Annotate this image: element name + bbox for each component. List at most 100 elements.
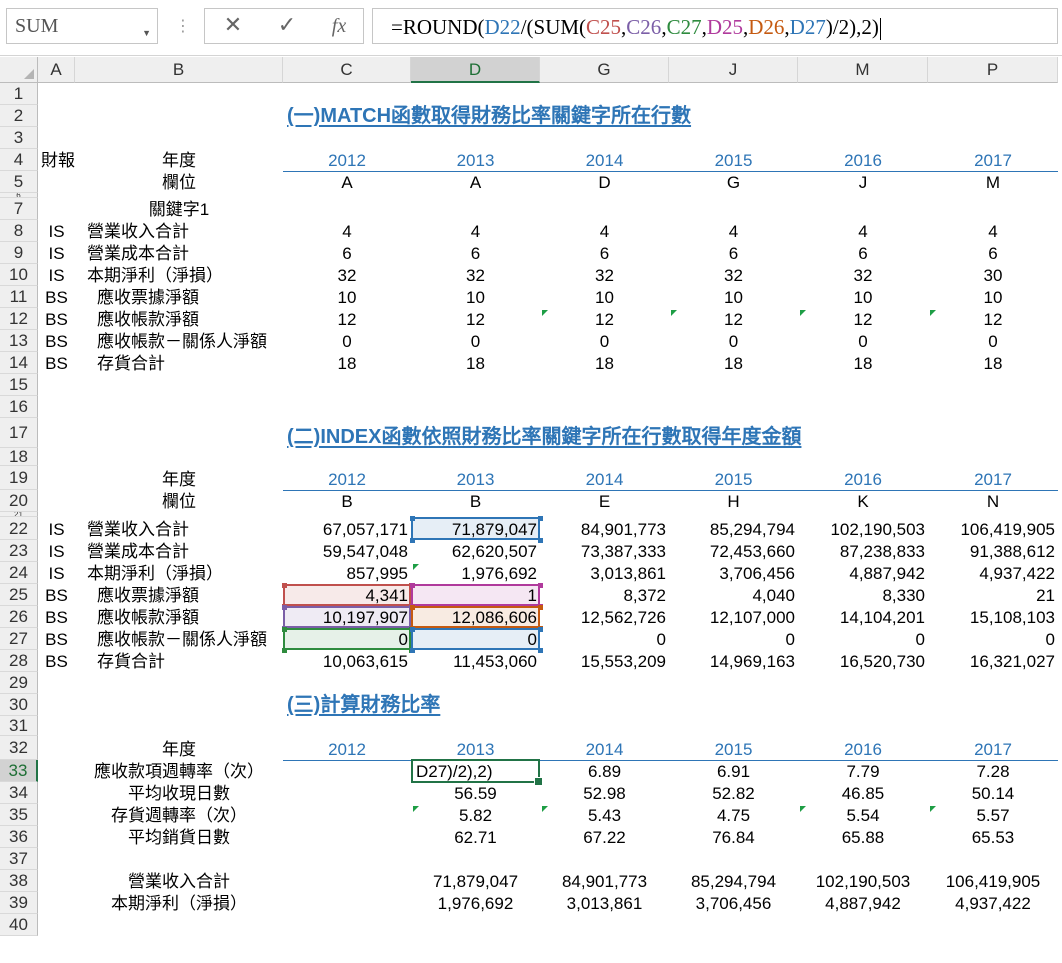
cancel-icon[interactable]: ✕ xyxy=(213,9,253,43)
item-label[interactable]: 應收票據淨額 xyxy=(97,287,299,308)
year-header[interactable]: 2015 xyxy=(672,739,795,760)
amount-value[interactable]: 21 xyxy=(931,585,1055,606)
summary-value[interactable] xyxy=(286,893,408,914)
row-index-value[interactable]: 10 xyxy=(286,287,408,308)
row-header-18[interactable]: 18 xyxy=(0,448,38,466)
amount-value[interactable]: 71,879,047 xyxy=(414,519,537,540)
ratio-value[interactable] xyxy=(286,827,408,848)
row-index-value[interactable]: 6 xyxy=(672,243,795,264)
amount-value[interactable]: 8,372 xyxy=(543,585,666,606)
row-index-value[interactable]: 18 xyxy=(543,353,666,374)
amount-value[interactable]: 0 xyxy=(414,629,537,650)
chevron-down-icon[interactable]: ▼ xyxy=(142,22,151,44)
statement-type[interactable]: BS xyxy=(41,629,72,650)
row-header-24[interactable]: 24 xyxy=(0,562,38,584)
select-all-corner[interactable] xyxy=(0,57,38,83)
row-index-value[interactable]: 32 xyxy=(414,265,537,286)
column-header-j[interactable]: J xyxy=(669,57,798,83)
amount-value[interactable]: 15,108,103 xyxy=(931,607,1055,628)
amount-value[interactable]: 85,294,794 xyxy=(672,519,795,540)
amount-value[interactable]: 8,330 xyxy=(801,585,925,606)
amount-value[interactable]: 0 xyxy=(286,629,408,650)
amount-value[interactable]: 0 xyxy=(931,629,1055,650)
amount-value[interactable]: 4,887,942 xyxy=(801,563,925,584)
spreadsheet-grid[interactable]: A B C D G J M P 1 2 3 4 5 6 7 8 9 10 11 12 13 14 15 16 17 18 19 20 2… xyxy=(0,57,1062,963)
row-header-27[interactable]: 27 xyxy=(0,628,38,650)
field-label[interactable]: 欄位 xyxy=(78,491,280,512)
amount-value[interactable]: 91,388,612 xyxy=(931,541,1055,562)
row-index-value[interactable]: 32 xyxy=(286,265,408,286)
year-header[interactable]: 2014 xyxy=(543,469,666,490)
ratio-value[interactable]: 67.22 xyxy=(543,827,666,848)
row-header-26[interactable]: 26 xyxy=(0,606,38,628)
amount-value[interactable]: 12,107,000 xyxy=(672,607,795,628)
ratio-value[interactable] xyxy=(286,783,408,804)
statement-type[interactable]: IS xyxy=(41,563,72,584)
year-header[interactable]: 2017 xyxy=(931,150,1055,171)
amount-value[interactable]: 14,104,201 xyxy=(801,607,925,628)
row-index-value[interactable]: 0 xyxy=(801,331,925,352)
amount-value[interactable]: 0 xyxy=(801,629,925,650)
year-header[interactable]: 2012 xyxy=(286,469,408,490)
amount-value[interactable]: 10,197,907 xyxy=(286,607,408,628)
year-header[interactable]: 2012 xyxy=(286,739,408,760)
row-header-7[interactable]: 7 xyxy=(0,198,38,220)
row-header-33[interactable]: 33 xyxy=(0,760,38,782)
field-value[interactable]: A xyxy=(286,172,408,193)
row-index-value[interactable]: 12 xyxy=(931,309,1055,330)
field-value[interactable]: E xyxy=(543,491,666,512)
ratio-label[interactable]: 存貨週轉率（次） xyxy=(78,805,280,826)
summary-value[interactable]: 102,190,503 xyxy=(801,871,925,892)
year-header[interactable]: 2017 xyxy=(931,739,1055,760)
row-index-value[interactable]: 12 xyxy=(672,309,795,330)
item-label[interactable]: 本期淨利（淨損） xyxy=(87,265,289,286)
ratio-value[interactable]: 6.91 xyxy=(672,761,795,782)
amount-value[interactable]: 87,238,833 xyxy=(801,541,925,562)
item-label[interactable]: 營業收入合計 xyxy=(87,221,289,242)
year-header[interactable]: 2014 xyxy=(543,150,666,171)
row-index-value[interactable]: 0 xyxy=(286,331,408,352)
ratio-value[interactable] xyxy=(286,761,408,782)
name-box[interactable]: SUM ▼ xyxy=(6,8,158,44)
year-header[interactable]: 2012 xyxy=(286,150,408,171)
amount-value[interactable]: 3,706,456 xyxy=(672,563,795,584)
ratio-value[interactable]: 62.71 xyxy=(414,827,537,848)
statement-type[interactable]: IS xyxy=(41,221,72,242)
statement-type[interactable]: BS xyxy=(41,607,72,628)
row-index-value[interactable]: 10 xyxy=(543,287,666,308)
amount-value[interactable]: 12,086,606 xyxy=(414,607,537,628)
column-header-b[interactable]: B xyxy=(75,57,283,83)
summary-value[interactable]: 3,706,456 xyxy=(672,893,795,914)
row-header-25[interactable]: 25 xyxy=(0,584,38,606)
row-header-12[interactable]: 12 xyxy=(0,308,38,330)
year-header[interactable]: 2016 xyxy=(801,150,925,171)
row-index-value[interactable]: 10 xyxy=(672,287,795,308)
row-header-20[interactable]: 20 xyxy=(0,490,38,512)
statement-type[interactable]: IS xyxy=(41,243,72,264)
row-index-value[interactable]: 6 xyxy=(931,243,1055,264)
year-label[interactable]: 年度 xyxy=(78,739,280,760)
amount-value[interactable]: 857,995 xyxy=(286,563,408,584)
ratio-value[interactable]: 5.54 xyxy=(801,805,925,826)
year-header[interactable]: 2015 xyxy=(672,150,795,171)
ratio-value[interactable]: 76.84 xyxy=(672,827,795,848)
amount-value[interactable]: 11,453,060 xyxy=(414,651,537,672)
row-header-23[interactable]: 23 xyxy=(0,540,38,562)
amount-value[interactable]: 106,419,905 xyxy=(931,519,1055,540)
row-index-value[interactable]: 0 xyxy=(543,331,666,352)
item-label[interactable]: 營業成本合計 xyxy=(87,541,289,562)
year-label[interactable]: 年度 xyxy=(78,469,280,490)
column-header-m[interactable]: M xyxy=(798,57,928,83)
year-header[interactable]: 2014 xyxy=(543,739,666,760)
summary-value[interactable]: 84,901,773 xyxy=(543,871,666,892)
row-header-35[interactable]: 35 xyxy=(0,804,38,826)
row-index-value[interactable]: 0 xyxy=(672,331,795,352)
row-index-value[interactable]: 32 xyxy=(543,265,666,286)
section-title[interactable]: (二)INDEX函數依照財務比率關鍵字所在行數取得年度金額 xyxy=(287,427,1056,448)
row-header-30[interactable]: 30 xyxy=(0,694,38,716)
year-header[interactable]: 2015 xyxy=(672,469,795,490)
item-label[interactable]: 應收帳款－關係人淨額 xyxy=(97,629,299,650)
field-value[interactable]: N xyxy=(931,491,1055,512)
statement-type[interactable]: BS xyxy=(41,353,72,374)
ratio-value[interactable] xyxy=(286,805,408,826)
